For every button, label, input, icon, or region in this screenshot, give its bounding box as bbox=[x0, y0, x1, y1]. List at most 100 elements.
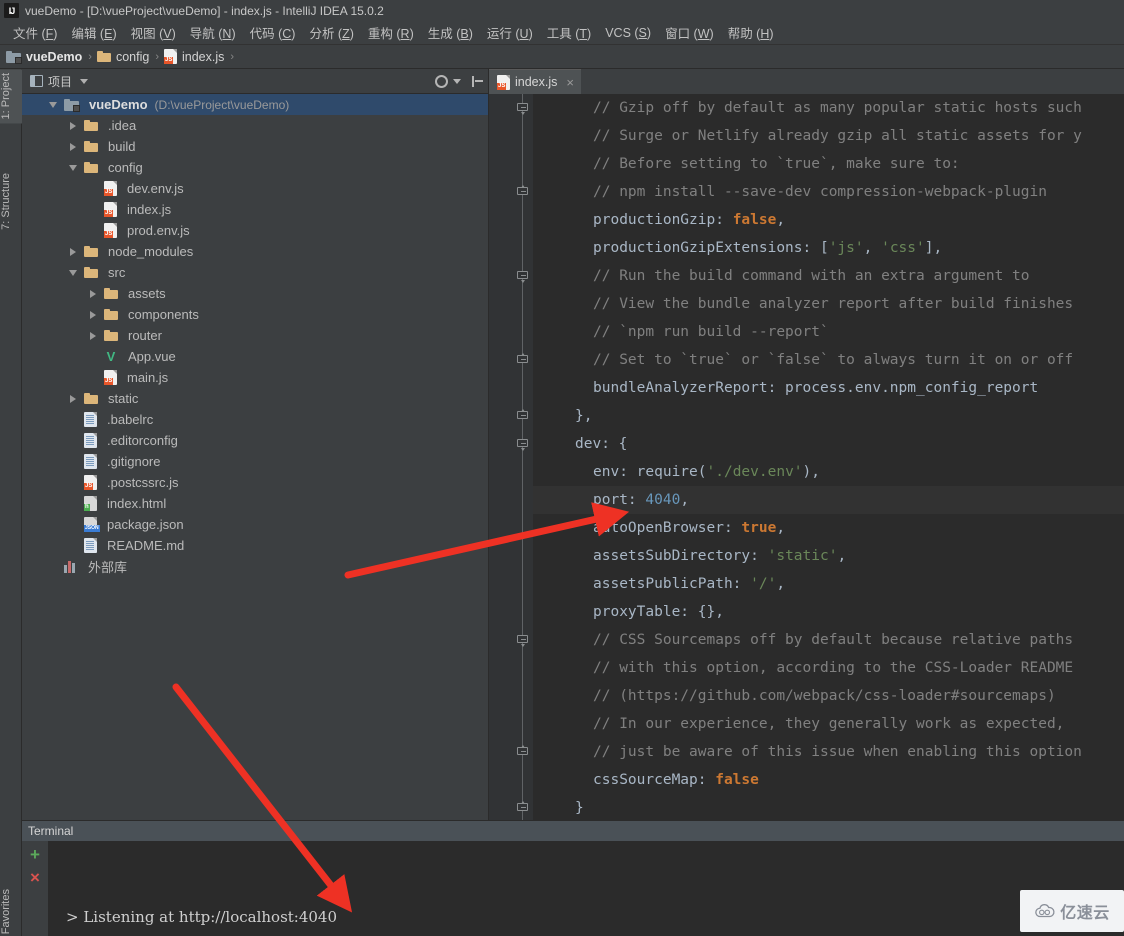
code-line-25[interactable]: cssSourceMap: false bbox=[533, 766, 1124, 794]
collapse-arrow-icon[interactable] bbox=[66, 164, 80, 171]
plus-icon[interactable]: + bbox=[30, 846, 40, 863]
tree-node--[interactable]: 外部库 bbox=[22, 556, 488, 577]
tool-tab-structure[interactable]: 7: Structure bbox=[0, 169, 22, 234]
close-icon[interactable]: × bbox=[30, 869, 40, 886]
chevron-down-icon[interactable] bbox=[80, 78, 89, 84]
code-line-14[interactable]: env: require('./dev.env'), bbox=[533, 458, 1124, 486]
fold-start-icon[interactable] bbox=[517, 103, 528, 115]
tree-node-.postcssrc.js[interactable]: JS .postcssrc.js bbox=[22, 472, 488, 493]
gear-icon[interactable] bbox=[435, 74, 448, 88]
tool-tab-favorites[interactable]: Favorites bbox=[0, 889, 22, 934]
code-line-5[interactable]: productionGzip: false, bbox=[533, 206, 1124, 234]
collapse-arrow-icon[interactable] bbox=[66, 269, 80, 276]
code-line-3[interactable]: // Before setting to `true`, make sure t… bbox=[533, 150, 1124, 178]
code-line-2[interactable]: // Surge or Netlify already gzip all sta… bbox=[533, 122, 1124, 150]
fold-end-icon[interactable] bbox=[517, 353, 528, 366]
code-line-13[interactable]: dev: { bbox=[533, 430, 1124, 458]
expand-arrow-icon[interactable] bbox=[66, 394, 80, 403]
tree-node-.gitignore[interactable]: .gitignore bbox=[22, 451, 488, 472]
tree-node-dev.env.js[interactable]: JS dev.env.js bbox=[22, 178, 488, 199]
tree-node-prod.env.js[interactable]: JS prod.env.js bbox=[22, 220, 488, 241]
code-line-24[interactable]: // just be aware of this issue when enab… bbox=[533, 738, 1124, 766]
tree-node-app.vue[interactable]: V App.vue bbox=[22, 346, 488, 367]
code-line-11[interactable]: bundleAnalyzerReport: process.env.npm_co… bbox=[533, 374, 1124, 402]
tree-node-components[interactable]: components bbox=[22, 304, 488, 325]
code-line-4[interactable]: // npm install --save-dev compression-we… bbox=[533, 178, 1124, 206]
project-file-tree[interactable]: vueDemo (D:\vueProject\vueDemo) .idea build… bbox=[22, 94, 488, 820]
terminal-header[interactable]: Terminal bbox=[22, 820, 1124, 841]
expand-arrow-icon[interactable] bbox=[86, 310, 100, 319]
code-line-10[interactable]: // Set to `true` or `false` to always tu… bbox=[533, 346, 1124, 374]
tree-node-index.js[interactable]: JS index.js bbox=[22, 199, 488, 220]
breadcrumb-item-vuedemo[interactable]: vueDemo › bbox=[6, 50, 97, 64]
tree-node-readme.md[interactable]: README.md bbox=[22, 535, 488, 556]
hide-panel-icon[interactable] bbox=[471, 75, 484, 88]
code-line-16[interactable]: autoOpenBrowser: true, bbox=[533, 514, 1124, 542]
code-line-26[interactable]: } bbox=[533, 794, 1124, 820]
tool-tab-project[interactable]: 1: Project bbox=[0, 69, 22, 124]
editor-tab-index-js[interactable]: JS index.js × bbox=[489, 69, 581, 94]
tree-node-router[interactable]: router bbox=[22, 325, 488, 346]
breadcrumb-item-config[interactable]: config › bbox=[96, 50, 164, 64]
code-line-7[interactable]: // Run the build command with an extra a… bbox=[533, 262, 1124, 290]
code-line-22[interactable]: // (https://github.com/webpack/css-loade… bbox=[533, 682, 1124, 710]
menu-item-4[interactable]: 代码 (C) bbox=[243, 21, 303, 44]
breadcrumb-item-index-js[interactable]: JS index.js › bbox=[163, 49, 239, 64]
menu-item-11[interactable]: 窗口 (W) bbox=[658, 21, 721, 44]
tree-node-.editorconfig[interactable]: .editorconfig bbox=[22, 430, 488, 451]
tree-node-assets[interactable]: assets bbox=[22, 283, 488, 304]
menu-item-8[interactable]: 运行 (U) bbox=[480, 21, 540, 44]
code-line-21[interactable]: // with this option, according to the CS… bbox=[533, 654, 1124, 682]
terminal-output[interactable]: > Listening at http://localhost:4040 bbox=[48, 841, 1124, 936]
code-line-15[interactable]: port: 4040, bbox=[533, 486, 1124, 514]
code-content[interactable]: // Gzip off by default as many popular s… bbox=[533, 94, 1124, 820]
fold-start-icon[interactable] bbox=[517, 271, 528, 283]
tree-node-node_modules[interactable]: node_modules bbox=[22, 241, 488, 262]
code-line-23[interactable]: // In our experience, they generally wor… bbox=[533, 710, 1124, 738]
menu-item-7[interactable]: 生成 (B) bbox=[421, 21, 480, 44]
fold-start-icon[interactable] bbox=[517, 439, 528, 451]
expand-arrow-icon[interactable] bbox=[86, 289, 100, 298]
fold-end-icon[interactable] bbox=[517, 185, 528, 198]
tree-node-main.js[interactable]: JS main.js bbox=[22, 367, 488, 388]
fold-end-icon[interactable] bbox=[517, 409, 528, 422]
fold-end-icon[interactable] bbox=[517, 745, 528, 758]
close-icon[interactable]: × bbox=[566, 75, 574, 90]
menu-item-2[interactable]: 视图 (V) bbox=[124, 21, 183, 44]
menu-item-3[interactable]: 导航 (N) bbox=[183, 21, 243, 44]
tree-node-.idea[interactable]: .idea bbox=[22, 115, 488, 136]
menu-item-12[interactable]: 帮助 (H) bbox=[721, 21, 781, 44]
project-panel-title[interactable]: 项目 bbox=[26, 71, 92, 92]
tree-node-index.html[interactable]: h index.html bbox=[22, 493, 488, 514]
menu-item-10[interactable]: VCS (S) bbox=[598, 24, 658, 42]
code-line-1[interactable]: // Gzip off by default as many popular s… bbox=[533, 94, 1124, 122]
code-line-9[interactable]: // `npm run build --report` bbox=[533, 318, 1124, 346]
code-line-19[interactable]: proxyTable: {}, bbox=[533, 598, 1124, 626]
code-line-6[interactable]: productionGzipExtensions: ['js', 'css'], bbox=[533, 234, 1124, 262]
code-line-17[interactable]: assetsSubDirectory: 'static', bbox=[533, 542, 1124, 570]
code-line-18[interactable]: assetsPublicPath: '/', bbox=[533, 570, 1124, 598]
editor-gutter[interactable] bbox=[489, 94, 533, 820]
tree-node-config[interactable]: config bbox=[22, 157, 488, 178]
fold-start-icon[interactable] bbox=[517, 635, 528, 647]
menu-item-0[interactable]: 文件 (F) bbox=[6, 21, 64, 44]
tree-node-.babelrc[interactable]: .babelrc bbox=[22, 409, 488, 430]
collapse-arrow-icon[interactable] bbox=[46, 101, 60, 108]
code-line-20[interactable]: // CSS Sourcemaps off by default because… bbox=[533, 626, 1124, 654]
expand-arrow-icon[interactable] bbox=[66, 247, 80, 256]
expand-arrow-icon[interactable] bbox=[66, 121, 80, 130]
fold-end-icon[interactable] bbox=[517, 801, 528, 814]
code-line-12[interactable]: }, bbox=[533, 402, 1124, 430]
menu-item-6[interactable]: 重构 (R) bbox=[361, 21, 421, 44]
tree-node-src[interactable]: src bbox=[22, 262, 488, 283]
tree-node-package.json[interactable]: JSON package.json bbox=[22, 514, 488, 535]
tree-node-static[interactable]: static bbox=[22, 388, 488, 409]
menu-item-5[interactable]: 分析 (Z) bbox=[302, 21, 360, 44]
code-line-8[interactable]: // View the bundle analyzer report after… bbox=[533, 290, 1124, 318]
expand-arrow-icon[interactable] bbox=[66, 142, 80, 151]
tree-node-vuedemo[interactable]: vueDemo (D:\vueProject\vueDemo) bbox=[22, 94, 488, 115]
tree-node-build[interactable]: build bbox=[22, 136, 488, 157]
expand-arrow-icon[interactable] bbox=[86, 331, 100, 340]
menu-item-1[interactable]: 编辑 (E) bbox=[64, 21, 123, 44]
menu-item-9[interactable]: 工具 (T) bbox=[540, 21, 598, 44]
